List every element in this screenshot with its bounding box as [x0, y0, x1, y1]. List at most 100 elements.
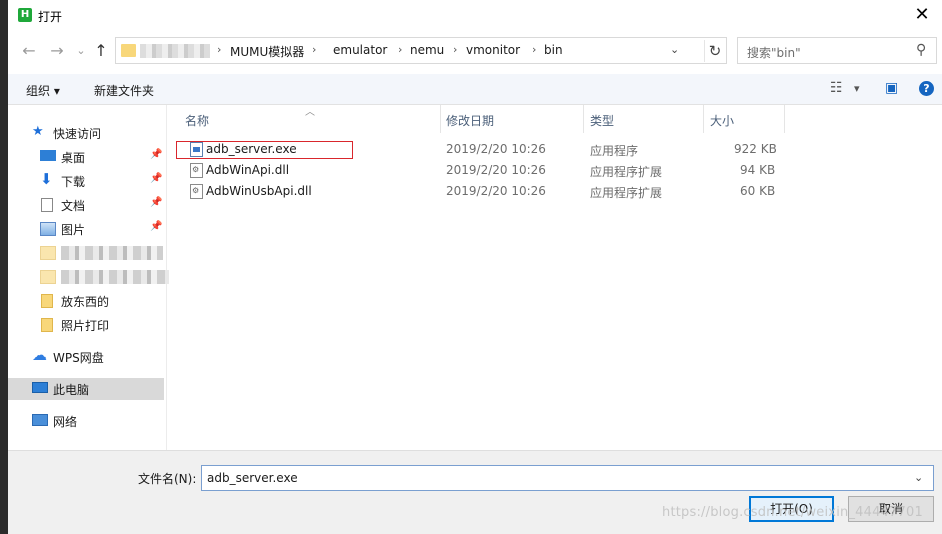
breadcrumb-vmonitor[interactable]: vmonitor [466, 43, 520, 57]
sidebar-item-label: 快速访问 [53, 127, 102, 141]
annotation-highlight-box [176, 141, 353, 159]
folder-icon [41, 318, 53, 332]
cloud-icon: ☁ [32, 346, 47, 364]
help-icon[interactable]: ? [919, 81, 934, 96]
title-bar: H 打开 ✕ [8, 0, 942, 32]
breadcrumb-separator: › [532, 43, 537, 56]
refresh-icon[interactable]: ↻ [704, 40, 725, 62]
up-arrow-icon[interactable]: ↑ [90, 40, 112, 62]
computer-icon [32, 382, 48, 393]
breadcrumb-separator: › [312, 43, 317, 56]
file-date: 2019/2/20 10:26 [446, 163, 546, 177]
preview-pane-icon[interactable]: ▣ [885, 80, 898, 96]
file-row[interactable]: AdbWinApi.dll 2019/2/20 10:26 应用程序扩展 94 … [174, 160, 784, 181]
pictures-icon [40, 222, 56, 236]
star-icon: ★ [32, 124, 44, 139]
new-folder-button[interactable]: 新建文件夹 [94, 82, 154, 99]
folder-icon [41, 294, 53, 308]
sidebar-item-desktop[interactable]: 桌面 📌 [8, 146, 164, 168]
open-file-dialog: H 打开 ✕ ← → ⌄ ↑ › MUMU模拟器 › emulator › ne… [8, 0, 942, 534]
breadcrumb-mumu[interactable]: MUMU模拟器 [230, 43, 304, 60]
sidebar-item-documents[interactable]: 文档 📌 [8, 194, 164, 216]
navigation-pane: ★ 快速访问 桌面 📌 ⬇ 下载 📌 文档 📌 图片 📌 放东西的 照片打印 ☁… [8, 105, 169, 450]
search-input[interactable]: 搜索"bin" ⚲ [737, 37, 937, 64]
dialog-footer: 文件名(N): adb_server.exe ⌄ 打开(O) 取消 [8, 450, 942, 534]
folder-icon [40, 246, 56, 260]
pin-icon[interactable]: 📌 [150, 197, 162, 208]
view-dropdown-icon[interactable]: ▾ [854, 82, 860, 95]
breadcrumb-separator: › [217, 43, 222, 56]
file-size: 94 KB [740, 163, 776, 177]
column-header-date[interactable]: 修改日期 [441, 105, 583, 133]
filename-value: adb_server.exe [207, 471, 298, 485]
sidebar-item-label: 网络 [53, 415, 78, 429]
sidebar-item-this-pc[interactable]: 此电脑 [8, 378, 164, 400]
sidebar-item-label: 此电脑 [53, 383, 90, 397]
sidebar-item-label: 图片 [61, 223, 86, 237]
sidebar-item-folder[interactable]: 照片打印 [8, 314, 164, 336]
sidebar-item-pictures[interactable]: 图片 📌 [8, 218, 164, 240]
pin-icon[interactable]: 📌 [150, 221, 162, 232]
organize-menu[interactable]: 组织 ▾ [26, 82, 60, 99]
file-name: AdbWinApi.dll [206, 163, 290, 177]
back-arrow-icon[interactable]: ← [18, 40, 40, 62]
chevron-down-icon[interactable]: ⌄ [670, 43, 679, 56]
sidebar-item-network[interactable]: 网络 [8, 410, 164, 432]
dll-icon [190, 163, 203, 178]
column-header-type[interactable]: 类型 [584, 105, 703, 133]
pin-icon[interactable]: 📌 [150, 173, 162, 184]
pin-icon[interactable]: 📌 [150, 149, 162, 160]
sidebar-item-quick-access[interactable]: ★ 快速访问 [8, 122, 164, 144]
filename-label: 文件名(N): [138, 472, 197, 486]
address-bar[interactable]: › MUMU模拟器 › emulator › nemu › vmonitor ›… [115, 37, 727, 64]
sidebar-item-label: 文档 [61, 199, 86, 213]
search-icon[interactable]: ⚲ [916, 42, 926, 58]
app-icon: H [18, 8, 32, 22]
column-header-name[interactable]: 名称 [178, 105, 440, 133]
folder-icon [40, 270, 56, 284]
close-icon[interactable]: ✕ [908, 4, 936, 26]
breadcrumb-separator: › [398, 43, 403, 56]
sidebar-item-label: 桌面 [61, 151, 86, 165]
sidebar-item-wps-drive[interactable]: ☁ WPS网盘 [8, 346, 164, 368]
file-type: 应用程序扩展 [590, 186, 663, 200]
chevron-down-icon[interactable]: ⌄ [914, 471, 923, 484]
file-size: 60 KB [740, 184, 776, 198]
document-icon [41, 198, 53, 212]
file-size: 922 KB [734, 142, 777, 156]
blurred-label [61, 246, 163, 260]
desktop-icon [40, 150, 56, 161]
filename-input[interactable]: adb_server.exe ⌄ [201, 465, 934, 491]
blurred-path-segment [140, 44, 210, 58]
dll-icon [190, 184, 203, 199]
toolbar: 组织 ▾ 新建文件夹 ☷ ▾ ▣ ? [8, 74, 942, 105]
breadcrumb-nemu[interactable]: nemu [410, 43, 444, 57]
sidebar-item-label: WPS网盘 [53, 351, 104, 365]
column-divider[interactable] [784, 105, 785, 133]
file-name: AdbWinUsbApi.dll [206, 184, 312, 198]
file-type: 应用程序 [590, 144, 639, 158]
file-date: 2019/2/20 10:26 [446, 184, 546, 198]
sidebar-item-label: 照片打印 [61, 319, 110, 333]
sidebar-item-folder[interactable]: 放东西的 [8, 290, 164, 312]
folder-icon [121, 44, 136, 57]
forward-arrow-icon[interactable]: → [46, 40, 68, 62]
sidebar-item-label: 下载 [61, 175, 86, 189]
watermark-text: https://blog.csdn.net/weixin_44447701 [662, 505, 923, 520]
breadcrumb-separator: › [453, 43, 458, 56]
breadcrumb-emulator[interactable]: emulator [333, 43, 387, 57]
blurred-label [61, 270, 169, 284]
sidebar-item-label: 放东西的 [61, 295, 110, 309]
file-date: 2019/2/20 10:26 [446, 142, 546, 156]
download-icon: ⬇ [40, 170, 53, 188]
breadcrumb-bin[interactable]: bin [544, 43, 563, 57]
sidebar-item-blurred[interactable] [8, 266, 169, 288]
file-row[interactable]: AdbWinUsbApi.dll 2019/2/20 10:26 应用程序扩展 … [174, 181, 784, 202]
recent-locations-icon[interactable]: ⌄ [70, 40, 92, 62]
column-header-size[interactable]: 大小 [704, 105, 784, 133]
window-title: 打开 [38, 10, 63, 24]
sidebar-item-blurred[interactable] [8, 242, 164, 264]
sidebar-item-downloads[interactable]: ⬇ 下载 📌 [8, 170, 164, 192]
view-options-icon[interactable]: ☷ [830, 80, 843, 96]
search-placeholder: 搜索"bin" [747, 46, 801, 60]
